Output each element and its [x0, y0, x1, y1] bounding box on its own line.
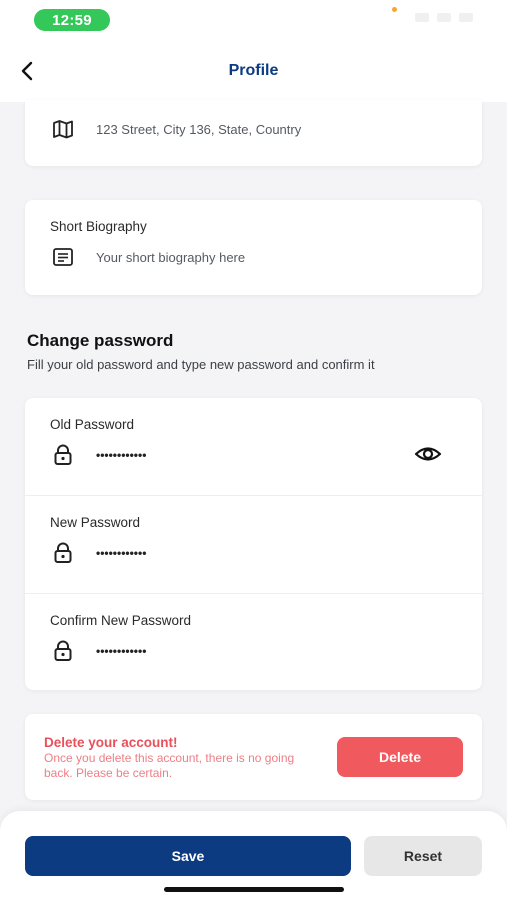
change-password-title: Change password	[27, 331, 174, 350]
new-password-field: New Password ••••••••••••	[25, 495, 482, 593]
save-button[interactable]: Save	[25, 836, 351, 876]
toggle-visibility-button[interactable]	[414, 444, 442, 464]
status-icons	[415, 13, 473, 22]
document-icon	[51, 245, 75, 269]
old-password-field: Old Password ••••••••••••	[25, 398, 482, 496]
status-time: 12:59	[34, 9, 110, 31]
home-indicator[interactable]	[164, 887, 344, 892]
password-card: Old Password •••••••••••• New Password •…	[25, 398, 482, 690]
address-field[interactable]: 123 Street, City 136, State, Country	[51, 117, 462, 141]
old-password-value: ••••••••••••	[96, 448, 147, 462]
change-password-subtitle: Fill your old password and type new pass…	[27, 357, 375, 372]
new-password-label: New Password	[50, 515, 141, 530]
page-title: Profile	[228, 62, 279, 79]
old-password-label: Old Password	[50, 417, 135, 432]
eye-icon	[414, 447, 442, 461]
wifi-icon	[437, 13, 451, 22]
confirm-password-label: Confirm New Password	[50, 613, 192, 628]
new-password-value: ••••••••••••	[96, 546, 147, 560]
address-value: 123 Street, City 136, State, Country	[96, 121, 302, 137]
status-bar: 12:59	[0, 0, 507, 40]
biography-card: Short Biography Your short biography her…	[25, 200, 482, 295]
biography-placeholder: Your short biography here	[96, 249, 246, 265]
camera-indicator-icon	[392, 7, 397, 12]
delete-account-title: Delete your account!	[44, 735, 178, 750]
biography-label: Short Biography	[50, 219, 147, 234]
signal-icon	[415, 13, 429, 22]
map-icon	[51, 117, 75, 141]
delete-account-description: Once you delete this account, there is n…	[44, 751, 295, 780]
app-header: Profile	[0, 40, 507, 102]
confirm-password-input[interactable]: ••••••••••••	[51, 639, 462, 663]
new-password-input[interactable]: ••••••••••••	[51, 541, 462, 565]
bottom-action-bar: Save Reset	[0, 811, 507, 900]
reset-button[interactable]: Reset	[364, 836, 482, 876]
lock-icon	[51, 541, 75, 565]
lock-icon	[51, 639, 75, 663]
lock-icon	[51, 443, 75, 467]
delete-account-card: Delete your account! Once you delete thi…	[25, 714, 482, 800]
delete-button[interactable]: Delete	[337, 737, 463, 777]
old-password-input[interactable]: ••••••••••••	[51, 443, 462, 467]
confirm-password-value: ••••••••••••	[96, 644, 147, 658]
confirm-password-field: Confirm New Password ••••••••••••	[25, 593, 482, 691]
biography-input[interactable]: Your short biography here	[51, 245, 462, 269]
battery-icon	[459, 13, 473, 22]
address-card: 123 Street, City 136, State, Country	[25, 100, 482, 166]
